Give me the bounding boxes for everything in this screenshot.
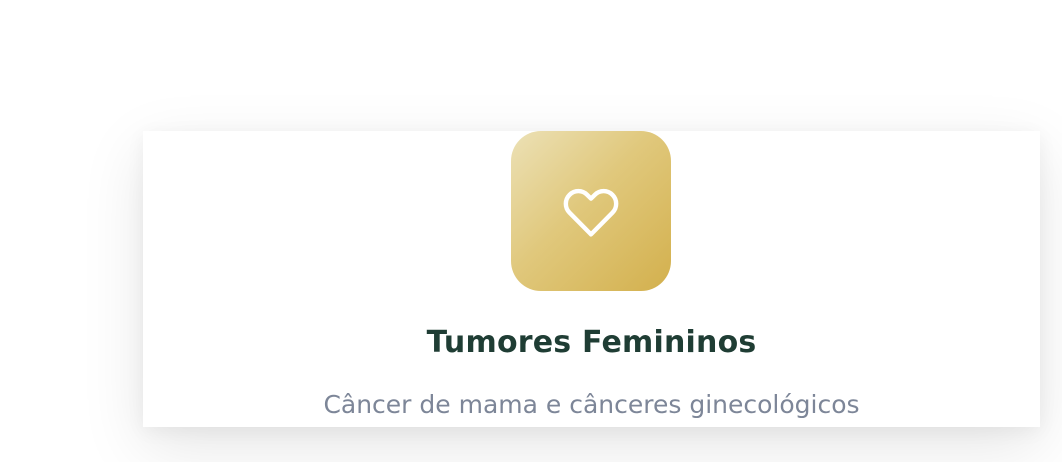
heart-icon [563, 188, 619, 237]
card-description: Câncer de mama e cânceres ginecológicos [323, 390, 860, 419]
card-title: Tumores Femininos [426, 325, 757, 360]
icon-tile [511, 131, 671, 291]
page: Tumores Femininos Câncer de mama e cânce… [0, 0, 1062, 462]
specialty-card[interactable]: Tumores Femininos Câncer de mama e cânce… [143, 131, 1040, 427]
